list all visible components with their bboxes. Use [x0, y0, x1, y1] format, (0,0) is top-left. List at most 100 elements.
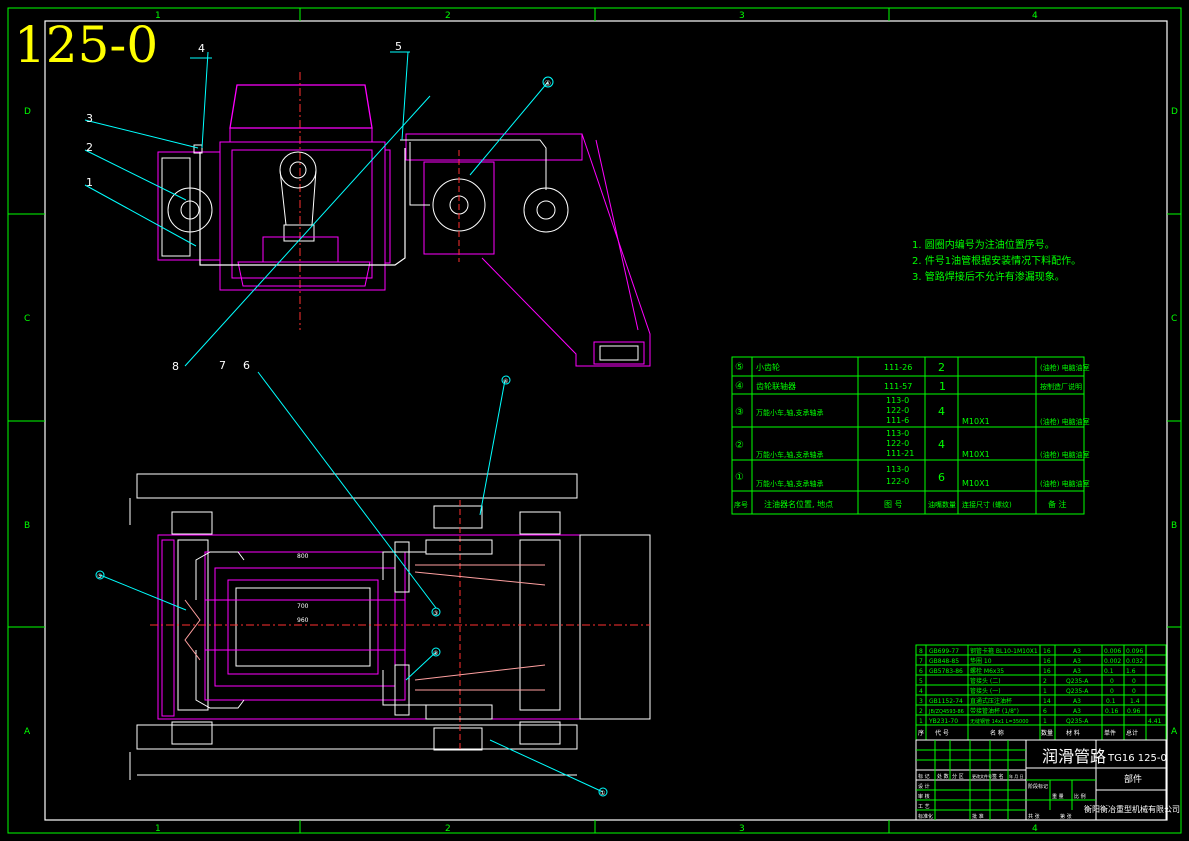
bom-cell: 6: [919, 668, 923, 675]
table-cell: (油枪) 电脑油室: [1040, 450, 1090, 459]
title-label: 重 量: [1052, 793, 1064, 800]
table-cell: 万能小车,轴,支承轴承: [756, 479, 823, 488]
title-label: 设 计: [918, 783, 930, 790]
balloon-label: 5: [395, 40, 402, 53]
note-line: 3. 管路焊接后不允许有渗漏现象。: [912, 270, 1065, 283]
balloon-label: 3: [86, 112, 93, 125]
row-marker: D: [1171, 107, 1178, 117]
row-marker: C: [24, 314, 30, 324]
table-header: 油嘴数量: [928, 500, 956, 509]
bom-cell: 6: [1043, 708, 1047, 715]
ref-circle-label: ④: [544, 79, 551, 88]
title-label: 阶段标记: [1028, 783, 1048, 790]
table-header: 连接尺寸 (螺纹): [962, 500, 1012, 509]
table-cell: 111-6: [886, 416, 909, 425]
row-marker: C: [1171, 314, 1177, 324]
table-header: 备 注: [1048, 499, 1067, 509]
col-marker: 3: [739, 11, 745, 21]
col-marker: 2: [445, 824, 451, 834]
bom-header: 材 料: [1066, 729, 1080, 737]
bom-header: 名 称: [990, 729, 1004, 737]
bom-cell: A3: [1073, 648, 1081, 655]
bom-cell: 0.006: [1104, 648, 1121, 655]
note-line: 2. 件号1油管根据安装情况下料配作。: [912, 254, 1081, 267]
balloon-label: 7: [219, 359, 226, 372]
bom-cell: 1.4: [1130, 698, 1140, 705]
bom-cell: 5: [919, 678, 923, 685]
drawing-number-large: 125-0: [14, 16, 158, 74]
bom-cell: 直通式压注油杯: [970, 697, 1012, 705]
bom-cell: 8: [919, 648, 923, 655]
balloon-label: 6: [243, 359, 250, 372]
company-name: 衡阳衡冶重型机械有限公司: [1084, 804, 1180, 814]
table-cell: ②: [735, 440, 744, 451]
bom-cell: JB/ZQ4593-86: [928, 709, 964, 715]
bom-cell: 1: [1043, 718, 1047, 725]
table-cell: 1: [939, 380, 946, 393]
bom-cell: Q235-A: [1066, 688, 1089, 695]
title-label: 年 月 日: [1009, 773, 1024, 779]
top-elevation-view: [84, 51, 651, 367]
bom-cell: 钢管卡箍 BL10-1M10X1: [970, 647, 1038, 655]
bom-cell: 1: [919, 718, 923, 725]
col-marker: 1: [155, 824, 161, 834]
table-header: 序号: [734, 500, 748, 509]
col-marker: 4: [1032, 11, 1038, 21]
bom-cell: YB231-70: [928, 718, 958, 725]
table-cell: 4: [938, 438, 945, 451]
table-cell: 111-57: [884, 382, 912, 391]
balloon-label: 2: [86, 141, 93, 154]
title-label: 更改文件号: [972, 773, 992, 779]
bom-cell: 0: [1110, 688, 1114, 695]
ref-circle-label: ②: [433, 650, 439, 657]
bom-cell: 0.032: [1126, 658, 1143, 665]
balloon-label: 8: [172, 360, 179, 373]
bom-cell: A3: [1073, 698, 1081, 705]
table-cell: 122-0: [886, 406, 909, 415]
table-cell: (油枪) 电脑油室: [1040, 363, 1090, 372]
ref-circle-label: ④: [503, 378, 508, 385]
cad-drawing-sheet: 1 2 3 4 1 2 3 4 D C B A D C B A 125-0 4 …: [7, 7, 1182, 834]
title-label: 共 张: [1028, 813, 1040, 820]
bom-cell: 无缝钢管 14x1 L=35000: [970, 718, 1029, 725]
bom-cell: GB848-85: [929, 658, 959, 665]
bom-cell: 0.1: [1106, 698, 1116, 705]
bom-cell: GB699-77: [929, 648, 959, 655]
row-marker: D: [24, 107, 31, 117]
bom-cell: A3: [1073, 668, 1081, 675]
table-cell: 小齿轮: [756, 362, 780, 372]
dimension-label: 700: [297, 603, 309, 610]
balloon-label: 1: [86, 176, 93, 189]
table-cell: 齿轮联轴器: [756, 381, 796, 391]
table-cell: 按制造厂说明: [1040, 382, 1082, 391]
bom-header: 数量: [1041, 729, 1053, 737]
col-marker: 2: [445, 11, 451, 21]
row-marker: A: [24, 727, 31, 737]
table-cell: 6: [938, 471, 945, 484]
table-cell: 113-0: [886, 465, 909, 474]
ref-circle-label: ⑤: [97, 573, 102, 580]
bom-cell: A3: [1073, 658, 1081, 665]
technical-notes: 1. 圆圈内编号为注油位置序号。 2. 件号1油管根据安装情况下料配作。 3. …: [912, 238, 1081, 283]
title-label: 处 数: [937, 773, 949, 780]
title-block-text: 润滑管路 TG16 125-0 部件 衡阳衡冶重型机械有限公司 标 记 处 数 …: [918, 747, 1180, 820]
balloon-label: 4: [198, 42, 205, 55]
bom-cell: 4: [919, 688, 923, 695]
drawing-code: TG16 125-0: [1107, 753, 1167, 764]
table-cell: ⑤: [735, 362, 744, 373]
table-cell: M10X1: [962, 479, 990, 488]
ref-circle-label: ③: [433, 610, 438, 617]
drawing-title: 润滑管路: [1042, 747, 1106, 766]
top-balloons: 4 5 3 2 1 8 7 6 ④: [86, 40, 551, 373]
bom-header: 单件: [1104, 729, 1116, 737]
table-cell: ③: [735, 407, 744, 418]
bom-cell: Q235-A: [1066, 678, 1089, 685]
bom-cell: 1: [1043, 688, 1047, 695]
table-cell: M10X1: [962, 450, 990, 459]
bom-cell: A3: [1073, 708, 1081, 715]
title-label: 分 区: [952, 773, 964, 780]
table-cell: M10X1: [962, 417, 990, 426]
table-cell: ④: [735, 381, 744, 392]
note-line: 1. 圆圈内编号为注油位置序号。: [912, 238, 1055, 251]
title-label: 标准化: [918, 813, 933, 820]
